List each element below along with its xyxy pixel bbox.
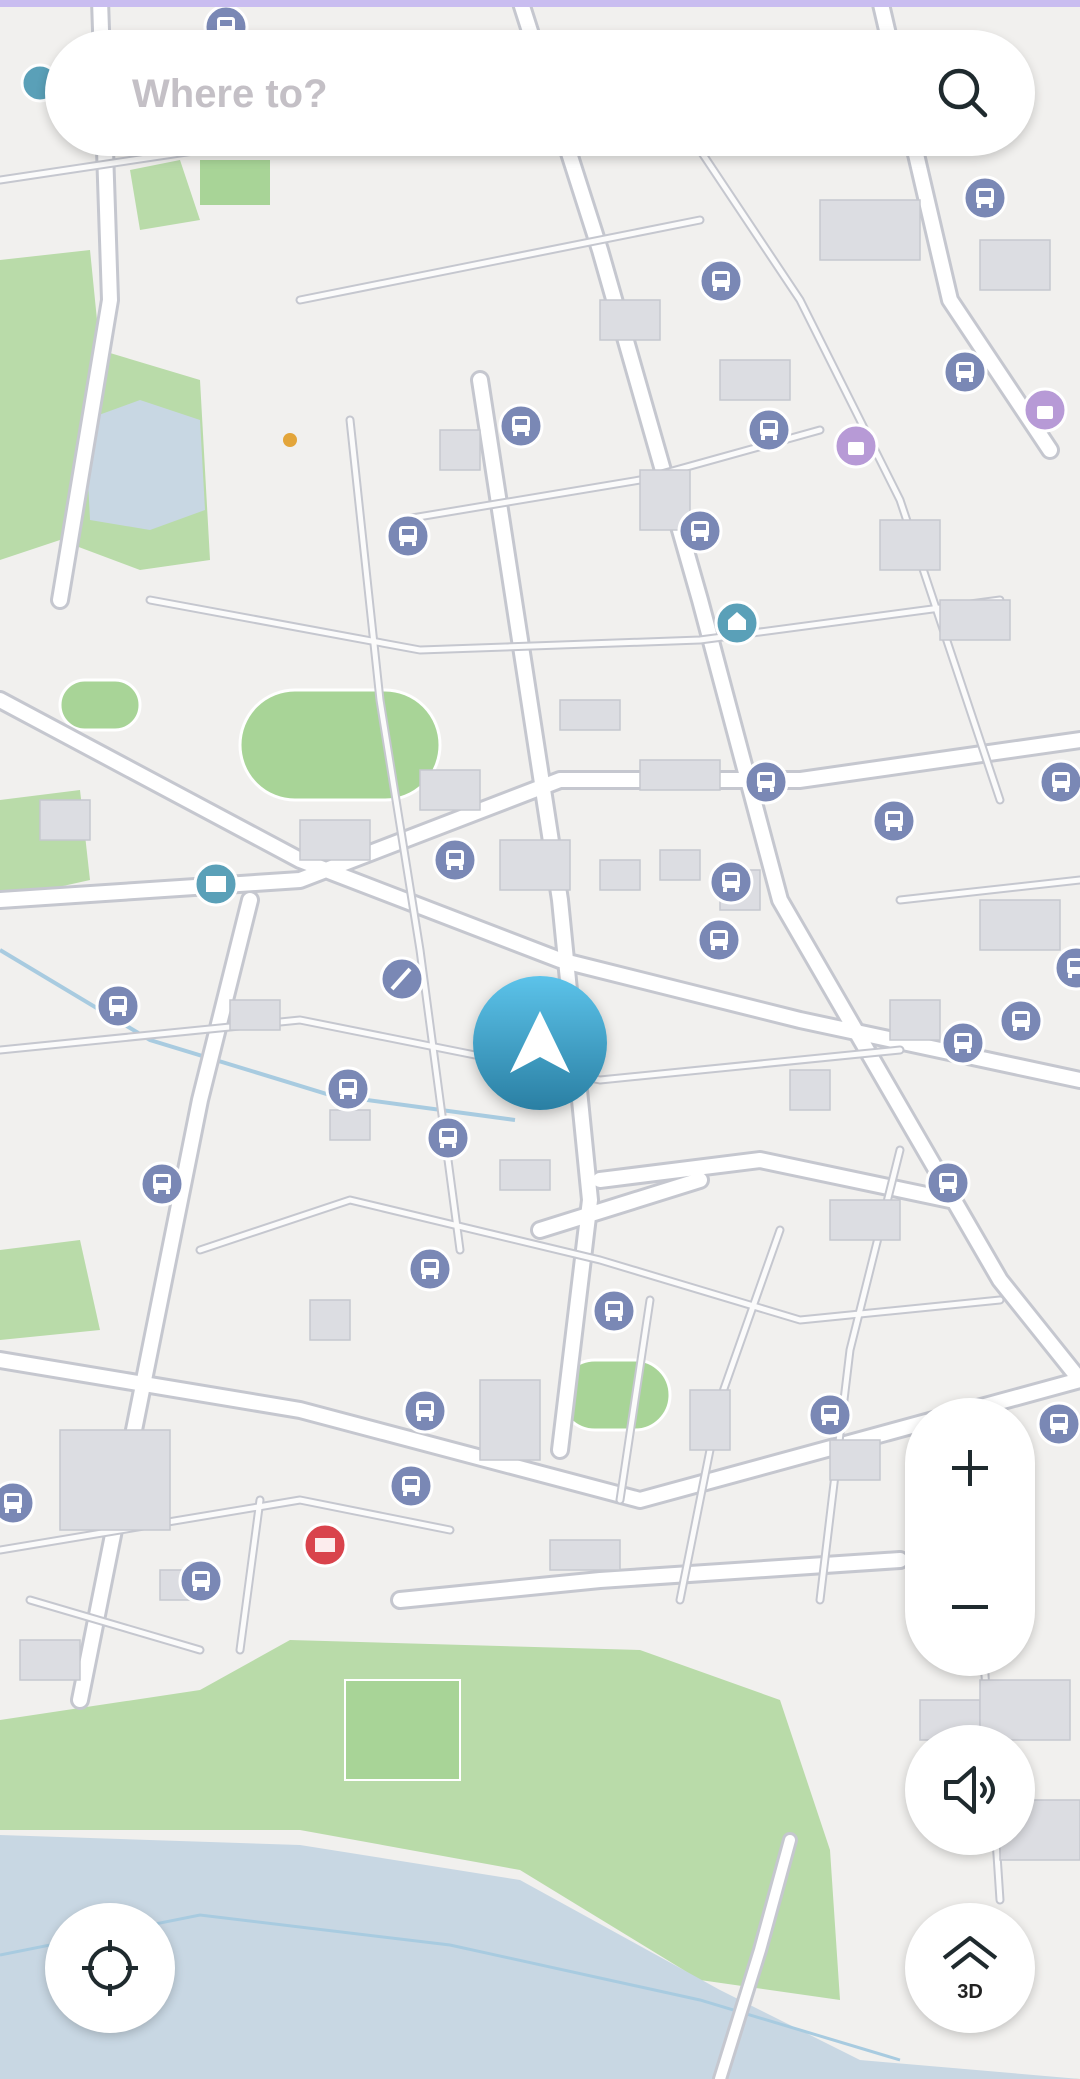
3d-label: 3D xyxy=(957,1981,983,2003)
zoom-control xyxy=(905,1398,1035,1676)
crosshair-icon xyxy=(82,1940,138,1996)
speaker-icon xyxy=(944,1766,995,1814)
search-bar[interactable] xyxy=(45,30,1035,156)
zoom-in-button[interactable] xyxy=(905,1398,1035,1537)
sound-button[interactable] xyxy=(905,1725,1035,1855)
locate-me-button[interactable] xyxy=(45,1903,175,2033)
current-position-marker xyxy=(473,976,607,1110)
navigation-arrow-icon xyxy=(510,1011,570,1073)
3d-view-icon xyxy=(942,1936,998,1970)
3d-view-button[interactable]: 3D xyxy=(905,1903,1035,2033)
minus-icon xyxy=(952,1604,988,1609)
plus-icon xyxy=(952,1449,988,1486)
search-input[interactable] xyxy=(130,58,914,130)
search-icon[interactable] xyxy=(930,60,996,126)
top-accent-bar xyxy=(0,0,1080,7)
zoom-out-button[interactable] xyxy=(905,1537,1035,1676)
